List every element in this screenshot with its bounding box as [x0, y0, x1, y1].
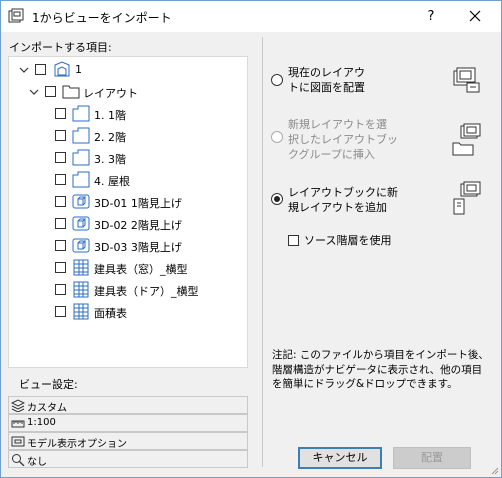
3d-view-icon: [72, 238, 90, 253]
close-button[interactable]: [453, 1, 499, 32]
layout-book-icon: [8, 8, 24, 24]
tree-item-label: 1. 1階: [94, 109, 126, 122]
option-label-line: クグループに挿入: [288, 148, 375, 161]
place-drawing-icon: [453, 67, 480, 93]
option-label-line: 規レイアウトを追加: [288, 201, 387, 214]
schedule-table-icon: [73, 281, 89, 298]
layout-sheet-icon: [72, 127, 90, 144]
use-source-hierarchy-checkbox[interactable]: ソース階層を使用: [288, 233, 468, 249]
tree-item-label: 面積表: [94, 307, 127, 320]
view-setting-row: 1:100: [8, 414, 248, 432]
3d-view-icon: [72, 194, 90, 209]
tree-checkbox[interactable]: [55, 240, 66, 251]
tree-item-label: 1: [75, 63, 82, 76]
checkbox-label: ソース階層を使用: [304, 234, 392, 247]
radio-button-selected[interactable]: [271, 193, 283, 205]
option-place-in-current-layout[interactable]: 現在のレイアウ トに図面を配置: [271, 65, 491, 101]
tree-checkbox[interactable]: [35, 64, 46, 75]
option-insert-new-layout-in-subset[interactable]: 新規レイアウトを選 択したレイアウトブッ クグループに挿入: [271, 117, 491, 165]
close-icon: [469, 10, 481, 22]
display-options-icon: [11, 436, 25, 447]
resize-grip-icon[interactable]: [489, 465, 499, 475]
tree-item-layout-folder[interactable]: レイアウト: [9, 81, 247, 103]
tree-checkbox[interactable]: [55, 196, 66, 207]
note-line: 注記: このファイルから項目をインポート後、: [272, 349, 489, 361]
folder-icon: [62, 85, 80, 99]
layout-book-add-icon: [453, 181, 481, 215]
tree-checkbox[interactable]: [55, 284, 66, 295]
import-items-tree: 1 レイアウト 1. 1階 2. 2階 3. 3階 4. 屋根 3D-01 1階…: [8, 56, 248, 368]
view-setting-row: モデル表示オプション: [8, 432, 248, 450]
tree-item-label: 建具表（窓）_横型: [94, 263, 188, 276]
view-setting-value: カスタム: [27, 403, 67, 414]
tree-item-layout[interactable]: 2. 2階: [9, 125, 247, 147]
column-divider: [262, 37, 263, 467]
tree-checkbox[interactable]: [55, 306, 66, 317]
tree-item-label: 2. 2階: [94, 131, 126, 144]
cancel-button[interactable]: キャンセル: [298, 447, 382, 469]
radio-button[interactable]: [271, 74, 283, 86]
tree-item-layout[interactable]: 1. 1階: [9, 103, 247, 125]
schedule-table-icon: [73, 259, 89, 276]
view-setting-value: モデル表示オプション: [27, 439, 127, 450]
option-label-line: レイアウトブックに新: [288, 186, 398, 199]
option-label-line: 新規レイアウトを選: [288, 118, 387, 131]
tree-item-schedule[interactable]: 面積表: [9, 301, 247, 323]
layout-sheet-icon: [72, 105, 90, 122]
view-setting-row: カスタム: [8, 396, 248, 414]
tree-checkbox[interactable]: [55, 152, 66, 163]
view-settings-label: ビュー設定:: [19, 378, 78, 391]
tree-checkbox[interactable]: [55, 130, 66, 141]
view-setting-value: 1:100: [27, 417, 56, 428]
schedule-table-icon: [73, 303, 89, 320]
layout-subset-icon: [452, 123, 481, 156]
chevron-down-icon[interactable]: [29, 87, 39, 97]
import-items-label: インポートする項目:: [9, 41, 112, 54]
tree-checkbox[interactable]: [55, 218, 66, 229]
tree-item-schedule[interactable]: 建具表（ドア）_横型: [9, 279, 247, 301]
title-bar: 1からビューをインポート ?: [1, 1, 501, 32]
tree-checkbox[interactable]: [55, 174, 66, 185]
checkbox[interactable]: [288, 235, 299, 246]
tree-item-root[interactable]: 1: [9, 59, 247, 81]
tree-item-label: 3. 3階: [94, 153, 126, 166]
tree-item-3d-view[interactable]: 3D-01 1階見上げ: [9, 191, 247, 213]
tree-item-layout[interactable]: 3. 3階: [9, 147, 247, 169]
note-line: を簡単にドラッグ&ドロップできます。: [272, 378, 458, 390]
tree-checkbox[interactable]: [55, 108, 66, 119]
scale-ruler-icon: [11, 420, 25, 428]
tree-item-3d-view[interactable]: 3D-02 2階見上げ: [9, 213, 247, 235]
chevron-down-icon[interactable]: [19, 65, 29, 75]
tree-checkbox[interactable]: [45, 86, 56, 97]
layout-sheet-icon: [72, 171, 90, 188]
import-views-dialog: 1からビューをインポート ? インポートする項目: 1 レイアウト 1. 1階: [0, 0, 502, 478]
3d-view-icon: [72, 216, 90, 231]
layout-sheet-icon: [72, 149, 90, 166]
place-button[interactable]: 配置: [393, 447, 471, 469]
tree-item-label: 建具表（ドア）_横型: [94, 285, 199, 298]
tree-item-label: 3D-03 3階見上げ: [94, 241, 182, 254]
tree-item-label: 4. 屋根: [94, 175, 130, 188]
option-label-line: 現在のレイアウ: [288, 66, 365, 79]
option-label-line: 択したレイアウトブッ: [288, 133, 398, 146]
note-text: 注記: このファイルから項目をインポート後、 階層構造がナビゲータに表示され、他…: [272, 348, 489, 392]
tree-item-label: 3D-01 1階見上げ: [94, 197, 182, 210]
view-setting-row: なし: [8, 450, 248, 468]
magnifier-icon: [12, 454, 25, 466]
project-file-icon: [54, 61, 70, 77]
layer-combination-icon: [11, 399, 25, 412]
help-button[interactable]: ?: [411, 1, 451, 32]
view-setting-value: なし: [27, 457, 47, 468]
window-title: 1からビューをインポート: [32, 11, 172, 25]
tree-checkbox[interactable]: [55, 262, 66, 273]
option-label-line: トに図面を配置: [288, 81, 365, 94]
tree-item-label: レイアウト: [83, 87, 138, 100]
tree-item-3d-view[interactable]: 3D-03 3階見上げ: [9, 235, 247, 257]
tree-item-schedule[interactable]: 建具表（窓）_横型: [9, 257, 247, 279]
tree-item-layout[interactable]: 4. 屋根: [9, 169, 247, 191]
radio-button[interactable]: [271, 131, 283, 143]
option-add-new-layout-to-book[interactable]: レイアウトブックに新 規レイアウトを追加: [271, 181, 491, 221]
tree-item-label: 3D-02 2階見上げ: [94, 219, 182, 232]
note-line: 階層構造がナビゲータに表示され、他の項目: [272, 363, 483, 376]
